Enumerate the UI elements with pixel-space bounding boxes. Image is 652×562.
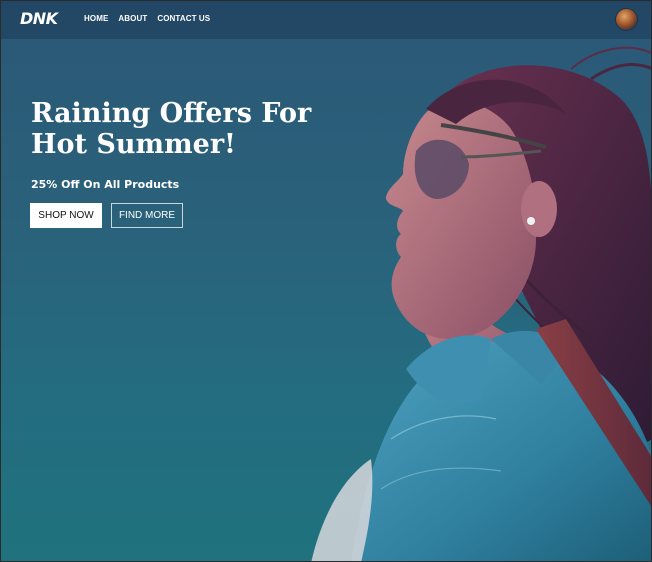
logo[interactable]: DNK: [20, 11, 58, 27]
find-more-button[interactable]: FIND MORE: [111, 203, 183, 228]
nav-contact-us-link[interactable]: CONTACT US: [157, 15, 210, 23]
nav-home-link[interactable]: HOME: [84, 15, 108, 23]
shop-now-button[interactable]: SHOP NOW: [30, 203, 102, 228]
top-navbar: DNK HOME ABOUT CONTACT US: [1, 1, 651, 39]
hero-title: Raining Offers For Hot Summer!: [31, 98, 312, 160]
main-nav: HOME ABOUT CONTACT US: [84, 15, 210, 23]
hero-subtitle: 25% Off On All Products: [31, 178, 180, 191]
nav-about-link[interactable]: ABOUT: [118, 15, 147, 23]
hero-image: [311, 46, 651, 561]
user-avatar[interactable]: [616, 9, 637, 30]
page: DNK HOME ABOUT CONTACT US Raining Offers…: [0, 0, 652, 562]
